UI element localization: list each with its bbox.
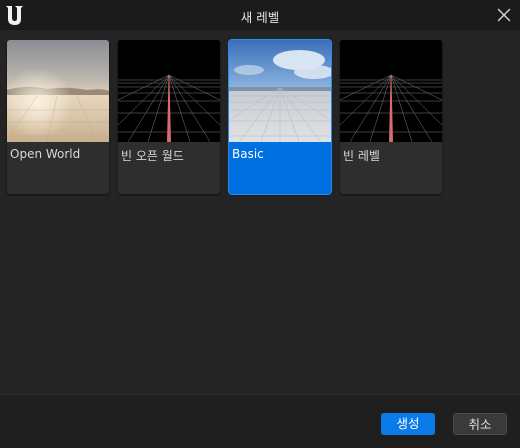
template-label: Open World <box>10 147 81 161</box>
template-tile-empty-level[interactable]: 빈 레벨 <box>340 40 442 194</box>
dialog-footer: 생성 취소 <box>0 394 520 448</box>
template-label: Basic <box>232 147 264 161</box>
empty-grid-thumbnail <box>340 40 442 142</box>
basic-level-thumbnail <box>229 40 331 142</box>
cancel-button[interactable]: 취소 <box>453 413 507 435</box>
window-title: 새 레벨 <box>240 10 280 25</box>
template-tile-empty-open-world[interactable]: 빈 오픈 월드 <box>118 40 220 194</box>
open-world-sky-thumbnail <box>7 40 109 142</box>
template-label: 빈 레벨 <box>343 149 380 163</box>
close-icon[interactable] <box>497 8 511 22</box>
template-tile-open-world[interactable]: Open World <box>7 40 109 194</box>
title-bar: 새 레벨 <box>0 0 520 30</box>
template-label: 빈 오픈 월드 <box>121 149 184 163</box>
empty-grid-thumbnail <box>118 40 220 142</box>
create-button[interactable]: 생성 <box>381 413 435 435</box>
template-grid: Open World 빈 오픈 월드 Basic 빈 레벨 <box>0 30 520 394</box>
template-tile-basic[interactable]: Basic <box>228 39 332 195</box>
